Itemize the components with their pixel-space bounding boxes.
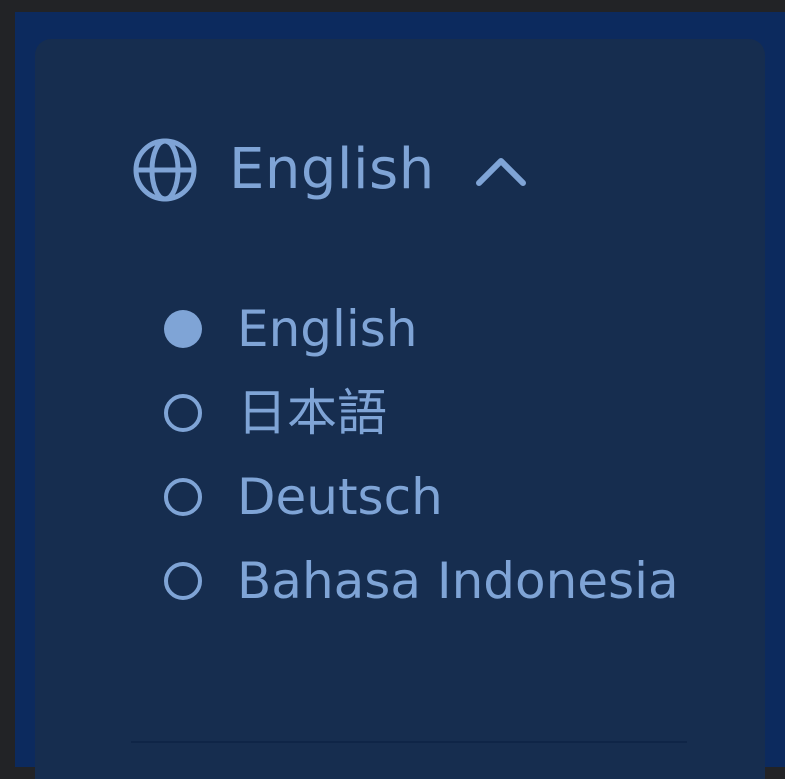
language-option-label: Deutsch (237, 468, 443, 526)
radio-unselected-icon (164, 562, 202, 600)
language-toggle-label: English (229, 137, 435, 202)
chevron-up-icon (475, 158, 526, 186)
radio-selected-icon (164, 310, 202, 348)
language-options-list: English 日本語 Deutsch Bahasa Indonesia (163, 284, 679, 638)
language-option-indonesian[interactable]: Bahasa Indonesia (163, 524, 679, 638)
language-menu-panel: English English 日本語 Deutsch Bahasa Indon… (35, 39, 765, 779)
divider (131, 741, 687, 743)
radio-unselected-icon (164, 478, 202, 516)
language-option-label: 日本語 (237, 384, 387, 442)
language-option-label: English (237, 300, 418, 358)
language-option-label: Bahasa Indonesia (237, 552, 679, 610)
globe-icon (133, 138, 197, 202)
radio-unselected-icon (164, 394, 202, 432)
app-frame: English English 日本語 Deutsch Bahasa Indon… (15, 12, 785, 779)
language-toggle-button[interactable]: English (131, 131, 527, 209)
